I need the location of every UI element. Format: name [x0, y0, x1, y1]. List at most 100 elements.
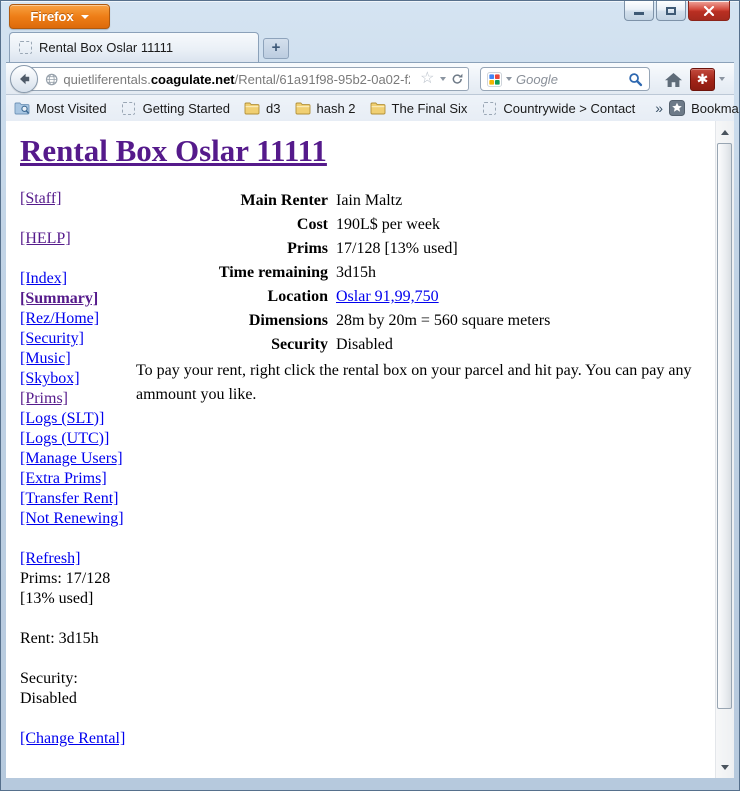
detail-label: Cost: [136, 213, 336, 237]
sidebar-spacer: [20, 649, 136, 669]
bookmark-hash-2[interactable]: hash 2: [295, 100, 356, 116]
bookmark-d3[interactable]: d3: [244, 100, 280, 116]
detail-row-security: SecurityDisabled: [136, 333, 717, 357]
sidebar-item-logs-utc[interactable]: [Logs (UTC)]: [20, 429, 136, 449]
bookmark-star-icon[interactable]: ☆: [420, 71, 434, 87]
close-button[interactable]: [688, 1, 730, 21]
detail-value-cost: 190L$ per week: [336, 213, 440, 237]
sidebar-item-summary[interactable]: [Summary]: [20, 289, 136, 309]
sidebar-item-refresh[interactable]: [Refresh]: [20, 549, 136, 569]
folder-icon: [370, 100, 386, 116]
sidebar: [Staff][HELP][Index][Summary][Rez/Home][…: [20, 189, 136, 749]
sidebar-item-skybox[interactable]: [Skybox]: [20, 369, 136, 389]
folder-icon: [244, 100, 260, 116]
detail-label: Time remaining: [136, 261, 336, 285]
scrollbar-thumb[interactable]: [717, 143, 732, 709]
url-subdomain: quietliferentals.: [63, 72, 150, 87]
tab-rental-box-oslar[interactable]: Rental Box Oslar 11111: [9, 32, 259, 62]
bookmark-label: hash 2: [317, 101, 356, 116]
scroll-up-icon: [721, 130, 729, 135]
detail-value-location[interactable]: Oslar 91,99,750: [336, 285, 439, 309]
detail-value-dimensions: 28m by 20m = 560 square meters: [336, 309, 550, 333]
bookmark-label: Most Visited: [36, 101, 107, 116]
new-tab-button[interactable]: +: [263, 38, 289, 59]
sidebar-item-manage-users[interactable]: [Manage Users]: [20, 449, 136, 469]
back-button[interactable]: [10, 65, 38, 93]
sidebar-item-prims[interactable]: [Prims]: [20, 389, 136, 409]
folder-icon: [295, 100, 311, 116]
bookmarks-items: Most Visited Getting Started d3 hash 2 The F…: [14, 100, 649, 116]
scroll-down-button[interactable]: [716, 758, 734, 776]
search-input[interactable]: [516, 72, 624, 87]
bookmark-countrywide-contact[interactable]: Countrywide > Contact: [481, 100, 635, 116]
bookmark-the-final-six[interactable]: The Final Six: [370, 100, 468, 116]
sidebar-item-change-rental[interactable]: [Change Rental]: [20, 729, 136, 749]
detail-row-main-renter: Main RenterIain Maltz: [136, 189, 717, 213]
sidebar-item-staff[interactable]: [Staff]: [20, 189, 136, 209]
close-icon: [703, 6, 715, 16]
home-button[interactable]: [658, 68, 688, 91]
detail-label: Location: [136, 285, 336, 309]
search-engine-dropdown-icon[interactable]: [506, 77, 512, 81]
url-dropdown-icon[interactable]: [440, 77, 446, 81]
url-text: quietliferentals.coagulate.net/Rental/61…: [63, 72, 410, 87]
url-path: /Rental/61a91f98-95b2-0a02-f272-f3a: [235, 72, 411, 87]
detail-label: Prims: [136, 237, 336, 261]
tab-bar: Rental Box Oslar 11111 +: [1, 31, 739, 62]
detail-value-main-renter: Iain Maltz: [336, 189, 402, 213]
payment-note: To pay your rent, right click the rental…: [136, 359, 717, 407]
bookmark-most-visited[interactable]: Most Visited: [14, 100, 107, 116]
page-heading-link[interactable]: Rental Box Oslar 11111: [20, 133, 327, 168]
bookmarks-star-icon: [669, 100, 685, 116]
sidebar-spacer: [20, 609, 136, 629]
sidebar-item-not-renewing[interactable]: [Not Renewing]: [20, 509, 136, 529]
vertical-scrollbar[interactable]: [715, 121, 734, 778]
page-content: Rental Box Oslar 11111 [Staff] [HELP] [Ind…: [6, 121, 717, 778]
detail-row-dimensions: Dimensions28m by 20m = 560 square meters: [136, 309, 717, 333]
sidebar-item-music[interactable]: [Music]: [20, 349, 136, 369]
bookmark-label: Countrywide > Contact: [503, 101, 635, 116]
most-visited-folder-icon: [14, 100, 30, 116]
addon-dropdown-icon[interactable]: [719, 77, 725, 81]
bookmarks-overflow-chevron[interactable]: »: [649, 100, 669, 116]
back-arrow-icon: [17, 72, 31, 86]
sidebar-item-extra-prims[interactable]: [Extra Prims]: [20, 469, 136, 489]
main-panel: Main RenterIain MaltzCost190L$ per weekP…: [136, 189, 717, 749]
detail-row-location: LocationOslar 91,99,750: [136, 285, 717, 309]
page-heading: Rental Box Oslar 11111: [20, 131, 717, 171]
placeholder-favicon-icon: [19, 41, 32, 54]
firefox-menu-label: Firefox: [30, 9, 73, 24]
navigation-toolbar: quietliferentals.coagulate.net/Rental/61…: [6, 62, 734, 95]
content-columns: [Staff][HELP][Index][Summary][Rez/Home][…: [6, 189, 717, 749]
reload-icon[interactable]: [451, 72, 463, 86]
sidebar-spacer: [20, 249, 136, 269]
bookmark-label: The Final Six: [392, 101, 468, 116]
bookmark-getting-started[interactable]: Getting Started: [121, 100, 230, 116]
search-icon[interactable]: [628, 72, 643, 87]
minimize-button[interactable]: [624, 1, 654, 21]
url-bar[interactable]: quietliferentals.coagulate.net/Rental/61…: [20, 67, 469, 91]
chevron-down-icon: [81, 15, 89, 19]
detail-value-prims: 17/128 [13% used]: [336, 237, 458, 261]
sidebar-text-security: Security:: [20, 669, 136, 689]
maximize-icon: [666, 7, 676, 15]
sidebar-item-help[interactable]: [HELP]: [20, 229, 136, 249]
bookmarks-toolbar: Most Visited Getting Started d3 hash 2 The F…: [6, 95, 734, 121]
bookmarks-menu-label: Bookmarks: [691, 101, 740, 116]
sidebar-text-rent-3d15h: Rent: 3d15h: [20, 629, 136, 649]
firefox-menu-button[interactable]: Firefox: [9, 4, 110, 29]
sidebar-item-transfer-rent[interactable]: [Transfer Rent]: [20, 489, 136, 509]
scroll-up-button[interactable]: [716, 123, 734, 141]
sidebar-item-index[interactable]: [Index]: [20, 269, 136, 289]
bookmarks-menu-button[interactable]: Bookmarks: [669, 100, 740, 116]
search-box[interactable]: [480, 67, 650, 91]
sidebar-item-rez-home[interactable]: [Rez/Home]: [20, 309, 136, 329]
url-domain: coagulate.net: [151, 72, 235, 87]
sidebar-item-security[interactable]: [Security]: [20, 329, 136, 349]
addon-asterisk-button[interactable]: ✱: [690, 68, 715, 91]
sidebar-item-logs-slt[interactable]: [Logs (SLT)]: [20, 409, 136, 429]
maximize-button[interactable]: [656, 1, 686, 21]
detail-row-cost: Cost190L$ per week: [136, 213, 717, 237]
asterisk-icon: ✱: [697, 71, 709, 87]
tab-title: Rental Box Oslar 11111: [39, 40, 173, 55]
